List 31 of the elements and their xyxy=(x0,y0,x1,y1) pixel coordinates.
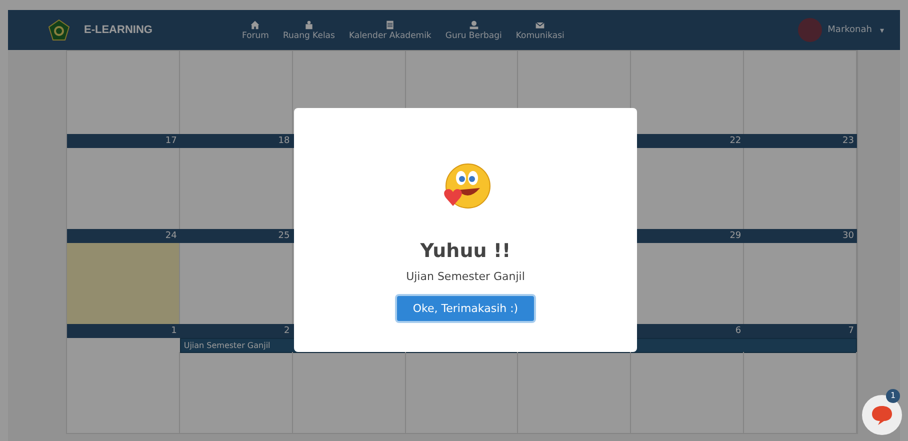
day-number: 17 xyxy=(164,135,178,148)
home-icon xyxy=(250,20,260,30)
day-number: 6 xyxy=(734,325,742,338)
day-number: 25 xyxy=(277,230,291,243)
nav-link[interactable]: Kalender Akademik xyxy=(348,20,432,40)
confirm-button[interactable]: Oke, Terimakasih :) xyxy=(394,294,536,323)
day-number: 30 xyxy=(842,230,855,243)
day-number: 22 xyxy=(728,135,742,148)
day-number: 1 xyxy=(170,325,178,338)
day-number: 29 xyxy=(728,230,742,243)
day-number: 7 xyxy=(847,325,855,338)
brand-title: E-LEARNING xyxy=(84,24,154,36)
day-number: 18 xyxy=(277,135,291,148)
calendar-icon xyxy=(385,20,396,30)
dialog-title: Yuhuu !! xyxy=(420,240,511,262)
nav-link[interactable]: Ruang Kelas xyxy=(282,20,335,40)
user-menu[interactable]: Markonah ▾ xyxy=(792,17,890,43)
class-icon xyxy=(304,20,314,30)
teacher-icon xyxy=(468,20,479,30)
caret-icon: ▾ xyxy=(880,26,884,34)
chat-bubble-icon xyxy=(870,403,894,427)
nav-link[interactable]: Forum xyxy=(242,20,269,40)
avatar-placeholder xyxy=(798,18,822,42)
mail-icon xyxy=(535,20,546,30)
day-number: 2 xyxy=(282,325,291,338)
nav-link[interactable]: Guru Berbagi xyxy=(445,20,502,40)
nav-link[interactable]: Komunikasi xyxy=(516,20,564,40)
day-number: 23 xyxy=(842,135,855,148)
day-number: 24 xyxy=(164,230,178,243)
dialog-message: Ujian Semester Ganjil xyxy=(406,270,525,283)
logo-icon xyxy=(48,19,70,41)
